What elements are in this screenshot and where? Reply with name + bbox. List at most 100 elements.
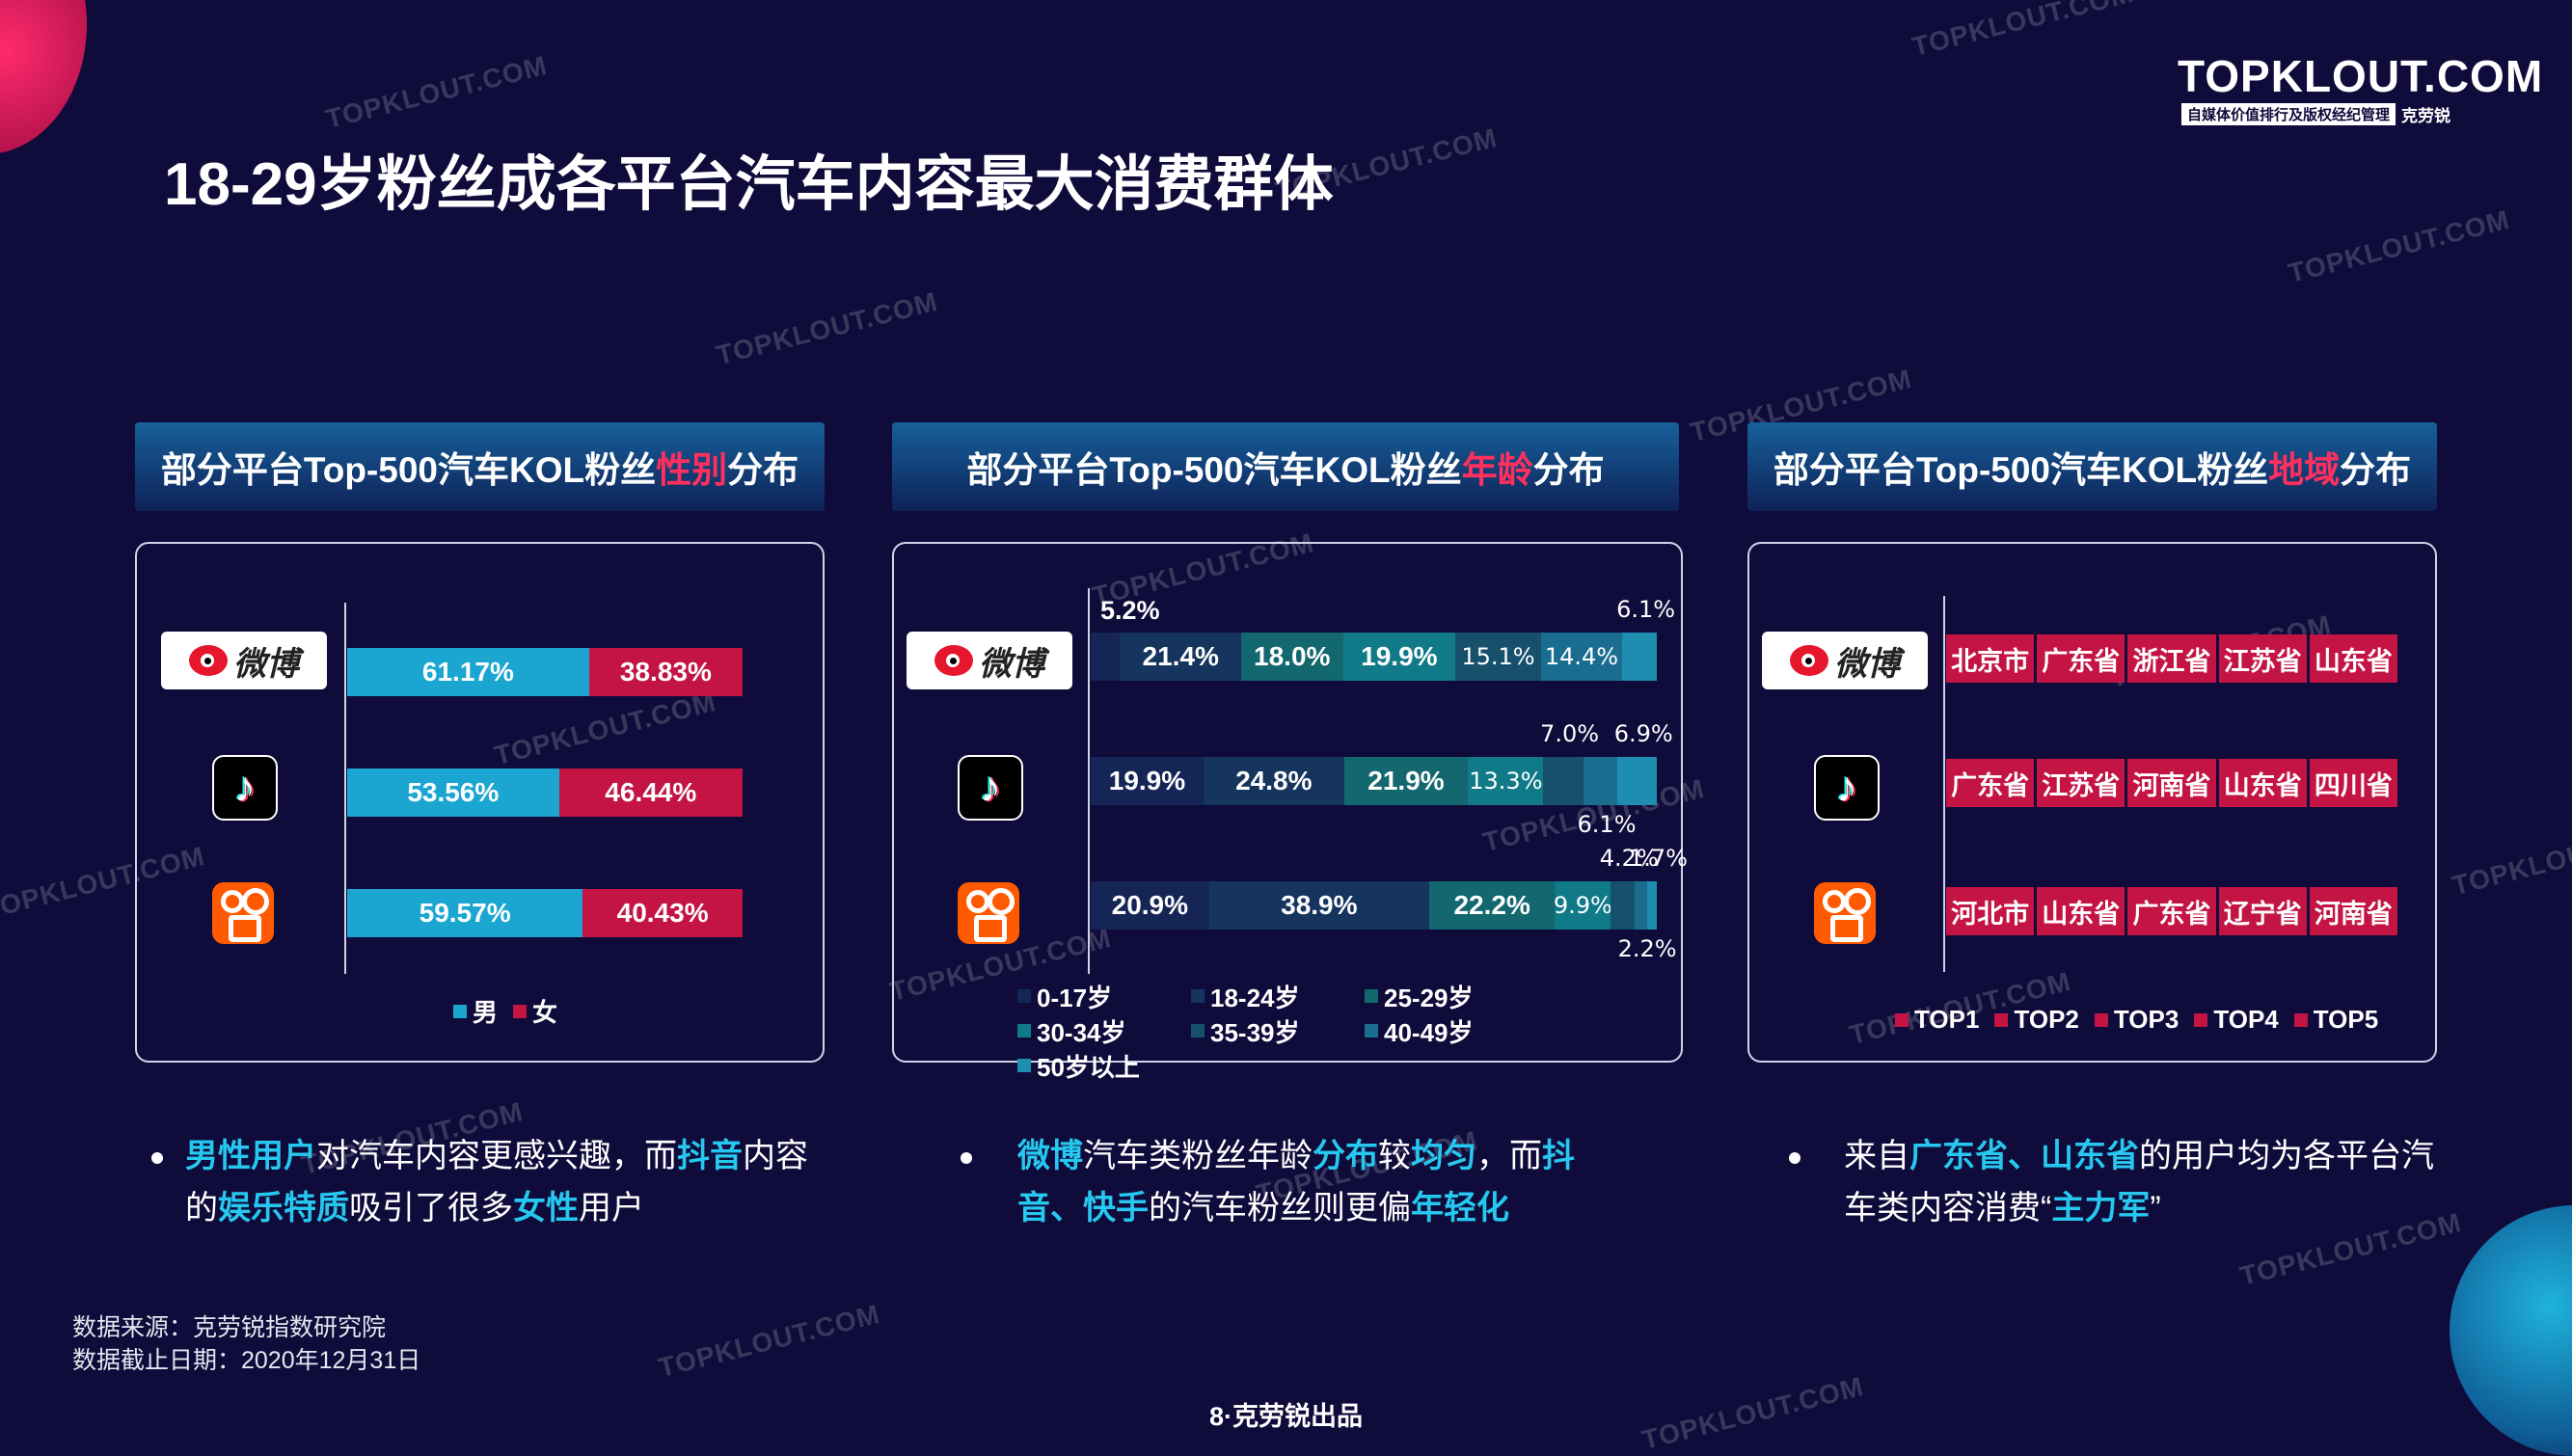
age-bar-weibo: 21.4% 18.0% 19.9% 15.1% 14.4% [1091,633,1657,681]
caption-highlight: 抖 [1542,1138,1575,1174]
caption-text: 较 [1378,1138,1411,1174]
age-outside-label: 5.2% [1100,596,1160,625]
age-outside-label: 6.9% [1613,720,1673,747]
caption-highlight: 女性 [513,1190,579,1227]
weibo-logo-text: 微博 [979,645,1044,683]
region-row-weibo: 北京市 广东省 浙江省 江苏省 山东省 [1946,634,2398,683]
legend-swatch [1365,1024,1378,1038]
age-bar-segment: 15.1% [1455,633,1541,681]
gender-bar-douyin: 53.56% 46.44% [347,768,743,817]
age-bar-segment [1583,757,1618,805]
age-bar-segment: 19.9% [1091,757,1204,805]
weibo-logo: 微博 [161,632,327,689]
age-bar-kuaishou: 20.9% 38.9% 22.2% 9.9% [1091,881,1657,930]
legend-item: 男 [453,993,498,1029]
douyin-icon: ♪ [1814,755,1880,821]
data-cutoff-date: 数据截止日期：2020年12月31日 [72,1347,421,1374]
age-bar-segment [1091,633,1121,681]
age-bar-douyin: 19.9% 24.8% 21.9% 13.3% [1091,757,1657,805]
region-cell: 河南省 [2127,759,2219,807]
age-bar-segment: 20.9% [1091,881,1209,930]
age-bar-segment: 13.3% [1468,757,1544,805]
caption-text: 的用户均为各平台汽 [2139,1138,2434,1174]
weibo-eye-icon [189,645,228,676]
region-legend: TOP1 TOP2 TOP3 TOP4 TOP5 [1895,1005,2394,1035]
region-panel-title: 部分平台Top-500汽车KOL粉丝 地域 分布 [1747,422,2437,511]
caption-highlight: 广东省、山东省 [1909,1138,2139,1174]
age-bar-segment [1635,881,1647,930]
region-cell: 浙江省 [2127,634,2219,683]
age-bar-segment: 38.9% [1208,881,1429,930]
weibo-logo: 微博 [1762,632,1928,689]
page-footer: 8·克劳锐出品 [1208,1402,1363,1431]
region-cell: 山东省 [2218,759,2310,807]
gender-panel-title: 部分平台Top-500汽车KOL粉丝 性别 分布 [135,422,825,511]
legend-item: TOP1 [1895,1005,1979,1035]
legend-item: 30-34岁 [1017,1013,1191,1048]
gender-bar-weibo: 61.17% 38.83% [347,648,743,696]
legend-item: 35-39岁 [1191,1013,1365,1048]
corner-decoration-top-left [0,0,87,154]
age-legend: 0-17岁 18-24岁 25-29岁 30-34岁 35-39岁 40-49岁 50岁以上 [1017,979,1692,1083]
age-bar-segment [1543,757,1584,805]
caption-highlight: 主力军 [2051,1190,2151,1227]
legend-item: 50岁以上 [1017,1048,1191,1083]
gender-axis-line [344,603,346,974]
watermark: TOPKLOUT.COM [2285,203,2513,289]
legend-swatch [513,1004,528,1018]
age-title-highlight: 年龄 [1461,450,1533,490]
legend-label: 35-39岁 [1210,1017,1300,1047]
legend-label: TOP2 [2014,1005,2079,1034]
age-caption: 微博汽车类粉丝年龄分布较均匀，而抖 音、快手的汽车粉丝则更偏年轻化 [1017,1130,1654,1234]
region-axis-line [1943,596,1945,972]
kuaishou-icon [958,882,1019,944]
kuaishou-icon [212,882,274,944]
age-outside-label: 6.1% [1616,596,1676,623]
gender-title-highlight: 性别 [656,450,728,490]
caption-highlight: 分布 [1313,1138,1378,1174]
page-title: 18-29岁粉丝成各平台汽车内容最大消费群体 [164,151,1334,218]
watermark: TOPKLOUT.COM [1909,0,2137,63]
legend-label: TOP1 [1914,1005,1980,1034]
weibo-logo: 微博 [907,632,1072,689]
age-bar-segment: 19.9% [1342,633,1456,681]
watermark: TOPKLOUT.COM [713,285,941,371]
caption-text: 吸引了很多 [349,1190,513,1227]
caption-text: 对汽车内容更感兴趣，而 [316,1138,677,1174]
age-axis-line [1088,588,1090,974]
legend-label: 18-24岁 [1210,983,1300,1012]
legend-label: 40-49岁 [1384,1017,1474,1047]
legend-item: 0-17岁 [1017,979,1191,1013]
region-title-post: 分布 [2340,450,2412,490]
caption-highlight: 微博 [1017,1138,1083,1174]
region-cell: 四川省 [2309,759,2398,807]
legend-item: TOP3 [2094,1005,2179,1035]
douyin-icon: ♪ [212,755,278,821]
caption-highlight: 娱乐特质 [218,1190,349,1227]
age-bar-segment: 21.9% [1343,757,1469,805]
bullet-icon [961,1152,972,1164]
gender-legend: 男女 [453,993,573,1029]
age-bar-segment: 18.0% [1240,633,1343,681]
legend-label: TOP4 [2213,1005,2279,1034]
region-cell: 广东省 [1946,759,2038,807]
legend-swatch [1017,1059,1031,1072]
legend-swatch [2194,1012,2208,1027]
data-source: 数据来源：克劳锐指数研究院 [72,1314,387,1341]
brand-logo: TOPKLOUT.COM [2178,51,2544,101]
legend-item: 40-49岁 [1365,1013,1538,1048]
caption-highlight: 男性用户 [185,1138,316,1174]
watermark: TOPKLOUT.COM [322,49,551,135]
age-bar-segment [1622,633,1657,681]
weibo-eye-icon [1790,645,1828,676]
age-bar-segment [1617,757,1657,805]
region-cell: 河北市 [1946,887,2038,935]
legend-label: TOP5 [2313,1005,2379,1034]
age-bar-segment: 21.4% [1120,633,1241,681]
caption-highlight: 抖音 [677,1138,743,1174]
age-title-pre: 部分平台Top-500汽车KOL粉丝 [966,450,1462,490]
caption-text: 的汽车粉丝则更偏 [1149,1190,1411,1227]
region-cell: 广东省 [2037,634,2128,683]
region-cell: 北京市 [1946,634,2038,683]
legend-swatch [453,1004,467,1018]
